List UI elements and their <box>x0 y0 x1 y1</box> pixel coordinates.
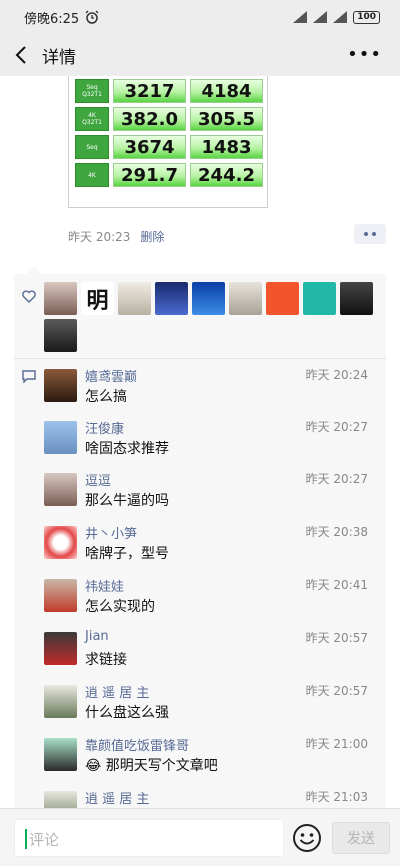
commenter-avatar[interactable] <box>44 421 77 454</box>
comment-time: 昨天 20:27 <box>305 420 368 434</box>
comment-item[interactable]: 祎娃娃 昨天 20:41 怎么实现的 <box>44 576 386 628</box>
title-bar: 详情 ••• <box>0 34 400 76</box>
commenter-name[interactable]: 逍 遥 居 主 <box>85 788 149 807</box>
like-comment-button[interactable] <box>354 224 386 244</box>
comment-time: 昨天 20:57 <box>305 684 368 698</box>
comment-item[interactable]: 井丶小笋 昨天 20:38 啥牌子，型号 <box>44 523 386 575</box>
like-avatar[interactable] <box>229 282 262 315</box>
commenter-avatar[interactable] <box>44 473 77 506</box>
comment-text: 什么盘这么强 <box>85 705 169 721</box>
benchmark-read-value: 291.7 <box>113 163 186 187</box>
comment-item[interactable]: 靠颜值吃饭雷锋哥 昨天 21:00 😂 那明天写个文章吧 <box>44 735 386 787</box>
comment-text: 😂 那明天写个文章吧 <box>85 758 218 774</box>
signal-icon <box>313 11 328 23</box>
comment-text: 那么牛逼的吗 <box>85 493 169 509</box>
delete-link[interactable]: 删除 <box>140 228 164 245</box>
benchmark-row: Seq 3674 1483 <box>75 135 263 159</box>
comment-text: 求链接 <box>85 652 127 668</box>
like-avatar[interactable] <box>192 282 225 315</box>
benchmark-label: Seq <box>75 135 109 159</box>
wifi-icon <box>333 11 348 23</box>
commenter-avatar[interactable] <box>44 526 77 559</box>
commenter-name[interactable]: 祎娃娃 <box>85 576 124 595</box>
comment-icon <box>22 370 36 383</box>
comment-text: 啥固态求推荐 <box>85 441 169 457</box>
comment-item[interactable]: 汪俊康 昨天 20:27 啥固态求推荐 <box>44 418 386 470</box>
comment-item[interactable]: 逍 遥 居 主 昨天 20:57 什么盘这么强 <box>44 682 386 734</box>
benchmark-read-value: 382.0 <box>113 107 186 131</box>
status-time: 傍晚6:25 <box>24 11 80 27</box>
benchmark-label: 4K <box>75 163 109 187</box>
benchmark-write-value: 4184 <box>190 79 263 103</box>
comment-time: 昨天 21:03 <box>305 790 368 804</box>
benchmark-label: 4K Q32T1 <box>75 107 109 131</box>
commenter-avatar[interactable] <box>44 738 77 771</box>
comment-time: 昨天 21:00 <box>305 737 368 751</box>
benchmark-label: Seq Q32T1 <box>75 79 109 103</box>
alarm-icon <box>85 10 99 24</box>
comment-placeholder: 评论 <box>29 831 60 849</box>
like-avatar[interactable]: 明 <box>81 282 114 315</box>
more-options-button[interactable]: ••• <box>347 44 382 65</box>
commenter-name[interactable]: 逗逗 <box>85 470 111 489</box>
benchmark-write-value: 244.2 <box>190 163 263 187</box>
moment-detail: Seq Q32T1 3217 4184 4K Q32T1 382.0 305.5… <box>0 76 400 816</box>
comment-item[interactable]: 逗逗 昨天 20:27 那么牛逼的吗 <box>44 470 386 522</box>
comment-time: 昨天 20:57 <box>305 631 368 645</box>
back-button[interactable] <box>6 34 36 76</box>
page-title: 详情 <box>42 47 76 68</box>
benchmark-row: 4K Q32T1 382.0 305.5 <box>75 107 263 131</box>
commenter-avatar[interactable] <box>44 685 77 718</box>
comment-time: 昨天 20:24 <box>305 368 368 382</box>
like-avatars: 明 <box>44 282 384 352</box>
heart-icon <box>22 290 36 303</box>
comment-input[interactable]: 评论 <box>14 819 284 857</box>
benchmark-read-value: 3674 <box>113 135 186 159</box>
comment-text: 啥牌子，型号 <box>85 546 169 562</box>
like-avatar[interactable] <box>340 282 373 315</box>
like-avatar[interactable] <box>303 282 336 315</box>
like-avatar[interactable] <box>118 282 151 315</box>
commenter-name[interactable]: 逍 遥 居 主 <box>85 682 149 701</box>
commenter-name[interactable]: 嬉鸢雲巅 <box>85 366 137 385</box>
send-button[interactable]: 发送 <box>332 822 390 854</box>
comment-time: 昨天 20:38 <box>305 525 368 539</box>
comment-text: 怎么实现的 <box>85 599 155 615</box>
emoji-icon[interactable] <box>292 823 322 853</box>
comment-bar: 评论 发送 <box>0 808 400 866</box>
comment-item[interactable]: 嬉鸢雲巅 昨天 20:24 怎么搞 <box>44 366 386 418</box>
divider <box>14 358 386 359</box>
interaction-panel: 明 嬉鸢雲巅 昨天 20:24 怎么搞 汪俊康 昨天 20:27 啥固态求推荐 <box>14 274 386 816</box>
like-avatar[interactable] <box>266 282 299 315</box>
status-bar: 傍晚6:25 100 <box>0 0 400 34</box>
benchmark-read-value: 3217 <box>113 79 186 103</box>
commenter-avatar[interactable] <box>44 632 77 665</box>
benchmark-write-value: 1483 <box>190 135 263 159</box>
commenter-name[interactable]: 靠颜值吃饭雷锋哥 <box>85 735 189 754</box>
commenter-avatar[interactable] <box>44 369 77 402</box>
benchmark-write-value: 305.5 <box>190 107 263 131</box>
commenter-name[interactable]: 汪俊康 <box>85 418 124 437</box>
battery-icon: 100 <box>353 10 380 24</box>
comment-text: 怎么搞 <box>85 389 127 405</box>
post-meta: 昨天 20:23 删除 <box>68 228 164 245</box>
like-avatar[interactable] <box>155 282 188 315</box>
benchmark-row: Seq Q32T1 3217 4184 <box>75 79 263 103</box>
post-time: 昨天 20:23 <box>68 230 131 244</box>
like-avatar[interactable] <box>44 319 77 352</box>
comment-time: 昨天 20:41 <box>305 578 368 592</box>
benchmark-image[interactable]: Seq Q32T1 3217 4184 4K Q32T1 382.0 305.5… <box>68 76 268 208</box>
like-avatar[interactable] <box>44 282 77 315</box>
comment-item[interactable]: Jian 昨天 20:57 求链接 <box>44 629 386 681</box>
comment-time: 昨天 20:27 <box>305 472 368 486</box>
commenter-avatar[interactable] <box>44 579 77 612</box>
commenter-name[interactable]: 井丶小笋 <box>85 523 137 542</box>
commenter-name[interactable]: Jian <box>85 629 109 644</box>
chevron-left-icon <box>15 46 26 64</box>
signal-icon <box>293 11 308 23</box>
panel-arrow <box>26 266 42 274</box>
benchmark-row: 4K 291.7 244.2 <box>75 163 263 187</box>
text-caret <box>25 829 27 849</box>
